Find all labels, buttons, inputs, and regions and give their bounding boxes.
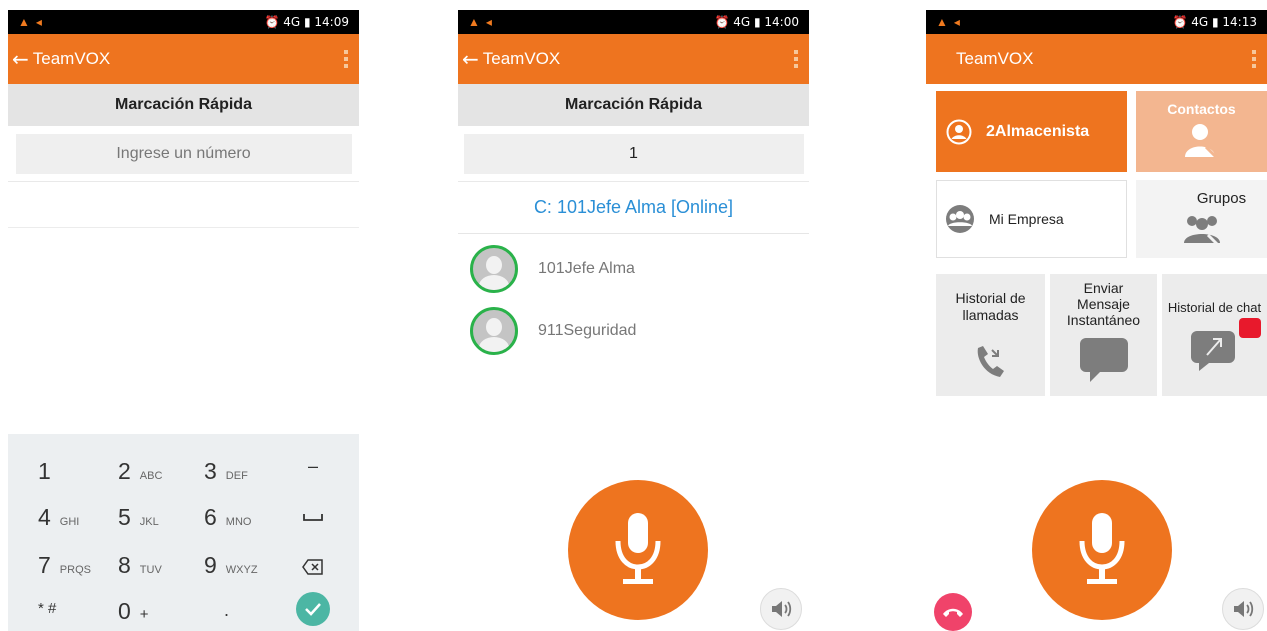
message-bubble-icon [1079,338,1128,382]
groups-label: Grupos [1196,190,1247,207]
status-time: 14:13 [1222,15,1257,29]
push-to-talk-mic-button[interactable] [568,480,708,620]
status-time: 14:09 [314,15,349,29]
key-4[interactable]: 4 GHI [38,504,79,531]
send-message-label: Enviar Mensaje Instantáneo [1066,280,1141,328]
backspace-icon[interactable] [302,559,324,575]
dial-keypad: 1 2 ABC 3 DEF – 4 GHI 5 JKL 6 MNO 7 PRQS 8 TUV … [8,434,359,631]
push-to-talk-mic-button[interactable] [1032,480,1172,620]
contact-item[interactable]: 101Jefe Alma [458,238,809,300]
page-title: Marcación Rápida [8,84,359,126]
chat-history-label: Historial de chat [1167,300,1262,315]
status-bar: ▲◂ ⏰ 4G ▮ 14:00 [458,10,809,34]
number-input-row [458,126,809,182]
hang-up-button[interactable] [934,593,972,631]
user-icon [946,119,972,144]
status-right: ⏰ 4G ▮ 14:13 [1172,15,1257,29]
volume-icon [1234,601,1254,617]
notification-icons: ▲◂ [468,15,498,29]
screen-main-menu: ▲◂ ⏰ 4G ▮ 14:13 TeamVOX 2Almacenista Con… [926,10,1267,631]
microphone-icon [1079,513,1125,584]
contact-suggestion-link[interactable]: C: 101Jefe Alma [Online] [458,182,809,234]
key-0[interactable]: 0 + [118,598,149,625]
network-indicator: 4G [283,15,301,29]
key-star-hash[interactable]: * # [38,600,56,617]
screen-quick-dial-empty: ▲◂ ⏰ 4G ▮ 14:09 ← TeamVOX Marcación Rápi… [8,10,359,631]
overflow-menu-icon[interactable] [343,50,349,68]
status-bar: ▲◂ ⏰ 4G ▮ 14:13 [926,10,1267,34]
overflow-menu-icon[interactable] [1251,50,1257,68]
status-right: ⏰ 4G ▮ 14:09 [264,15,349,29]
suggestion-row [8,182,359,228]
current-user-name: 2Almacenista [986,122,1090,140]
status-time: 14:00 [764,15,799,29]
key-1[interactable]: 1 [38,458,51,485]
contact-item[interactable]: 911Seguridad [458,300,809,362]
contacts-label: Contactos [1167,101,1236,117]
confirm-check-icon[interactable] [296,592,330,626]
status-bar: ▲◂ ⏰ 4G ▮ 14:09 [8,10,359,34]
app-title: TeamVOX [32,49,111,68]
key-6[interactable]: 6 MNO [204,504,251,531]
network-indicator: 4G [1191,15,1209,29]
speaker-volume-button[interactable] [760,588,802,630]
contacts-tile[interactable]: Contactos [1136,91,1267,172]
app-bar: TeamVOX [926,34,1267,84]
key-7[interactable]: 7 PRQS [38,552,91,579]
volume-icon [772,601,792,617]
avatar [470,245,518,293]
call-history-tile[interactable]: Historial de llamadas [936,274,1045,396]
number-input-row [8,126,359,182]
app-title: TeamVOX [956,49,1034,68]
key-3[interactable]: 3 DEF [204,458,248,485]
phone-history-icon [977,346,1004,377]
key-8[interactable]: 8 TUV [118,552,162,579]
contact-name: 911Seguridad [538,322,637,339]
send-message-tile[interactable]: Enviar Mensaje Instantáneo [1050,274,1157,396]
group-people-icon [1183,216,1220,247]
key-5[interactable]: 5 JKL [118,504,159,531]
chat-history-icon [1190,331,1235,371]
key-dash[interactable]: – [308,456,318,477]
group-circle-icon [946,205,974,233]
back-arrow-icon[interactable]: ← [12,47,29,71]
back-arrow-icon[interactable]: ← [462,47,479,71]
groups-tile[interactable]: Grupos [1136,180,1267,258]
notification-icons: ▲◂ [936,15,966,29]
overflow-menu-icon[interactable] [793,50,799,68]
app-bar: ← TeamVOX [8,34,359,84]
current-user-tile[interactable]: 2Almacenista [936,91,1127,172]
contact-name: 101Jefe Alma [538,260,635,277]
app-title: TeamVOX [482,49,561,68]
key-9[interactable]: 9 WXYZ [204,552,258,579]
avatar [470,307,518,355]
number-input[interactable] [463,133,804,174]
space-key-icon[interactable] [302,512,324,522]
unread-badge [1239,318,1261,338]
microphone-icon [615,513,661,584]
app-bar: ← TeamVOX [458,34,809,84]
number-input[interactable] [15,133,352,174]
screen-quick-dial-results: ▲◂ ⏰ 4G ▮ 14:00 ← TeamVOX Marcación Rápi… [458,10,809,631]
network-indicator: 4G [733,15,751,29]
key-2[interactable]: 2 ABC [118,458,162,485]
company-label: Mi Empresa [989,211,1064,227]
key-dot[interactable]: . [224,600,229,621]
notification-icons: ▲◂ [18,15,48,29]
status-right: ⏰ 4G ▮ 14:00 [714,15,799,29]
company-tile[interactable]: Mi Empresa [936,180,1127,258]
call-history-label: Historial de llamadas [955,290,1026,323]
page-title: Marcación Rápida [458,84,809,126]
speaker-volume-button[interactable] [1222,588,1264,630]
end-call-icon [943,608,963,617]
contact-person-icon [1184,124,1219,161]
